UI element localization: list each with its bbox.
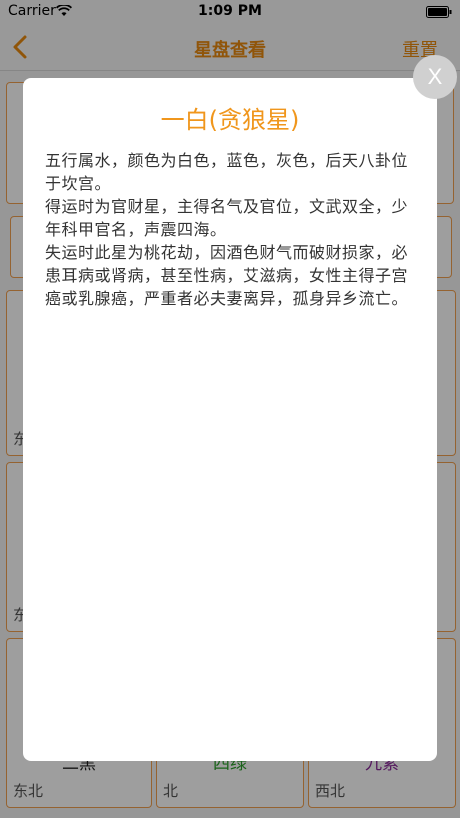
modal-paragraph: 得运时为官财星，主得名气及官位，文武双全，少年科甲官名，声震四海。 [45, 197, 409, 239]
modal-body: 五行属水，颜色为白色，蓝色，灰色，后天八卦位于坎宫。 得运时为官财星，主得名气及… [45, 149, 415, 310]
modal-paragraph: 失运时此星为桃花劫，因酒色财气而破财损家，必患耳病或肾病，甚至性病，艾滋病，女性… [45, 243, 409, 308]
close-button[interactable]: X [413, 55, 457, 99]
star-detail-modal: 一白(贪狼星) 五行属水，颜色为白色，蓝色，灰色，后天八卦位于坎宫。 得运时为官… [23, 78, 437, 761]
modal-title: 一白(贪狼星) [160, 106, 300, 134]
modal-paragraph: 五行属水，颜色为白色，蓝色，灰色，后天八卦位于坎宫。 [45, 151, 409, 193]
